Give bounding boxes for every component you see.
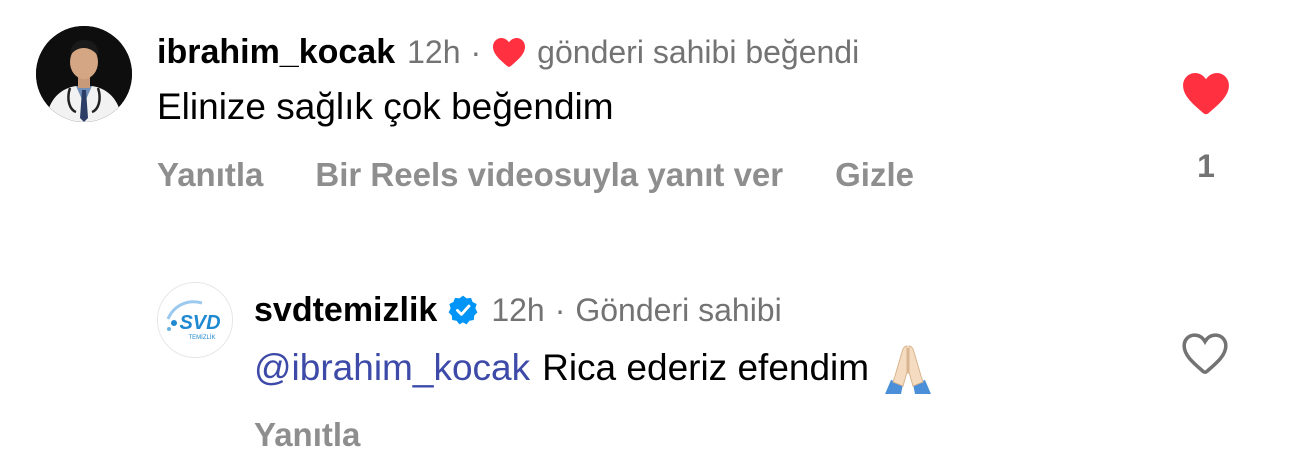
comment-like-column: 1 (1172, 70, 1240, 185)
comment-header: ibrahim_kocak 12h · gönderi sahibi beğen… (157, 30, 859, 74)
meta-separator: · (470, 33, 482, 70)
comment-username[interactable]: ibrahim_kocak (157, 33, 395, 72)
reply-button[interactable]: Yanıtla (254, 416, 360, 453)
liked-by-author-label: gönderi sahibi beğendi (537, 33, 860, 70)
logo-text: SVD (179, 312, 220, 334)
comment-text: Elinize sağlık çok beğendim (157, 86, 614, 127)
verified-badge-icon (447, 294, 479, 326)
avatar[interactable] (36, 26, 132, 122)
reply-header: svdtemizlik 12h · Gönderi sahibi (254, 288, 782, 332)
reply-text: @ibrahim_kocak Rica ederiz efendim (254, 340, 935, 396)
reply-button[interactable]: Yanıtla (157, 156, 263, 194)
reels-reply-button[interactable]: Bir Reels videosuyla yanıt ver (315, 156, 783, 194)
reply-timestamp[interactable]: 12h (491, 292, 544, 329)
folded-hands-emoji-icon (881, 342, 935, 394)
mention-link[interactable]: @ibrahim_kocak (254, 347, 530, 389)
meta-separator: · (554, 291, 566, 328)
comment-timestamp[interactable]: 12h (407, 34, 460, 71)
post-author-label: Gönderi sahibi (575, 291, 782, 328)
heart-outline-icon[interactable] (1180, 330, 1230, 376)
svd-logo: SVD TEMİZLİK (158, 283, 232, 357)
logo-subtext: TEMİZLİK (188, 334, 215, 341)
reply-body: Rica ederiz efendim (542, 347, 870, 388)
hide-button[interactable]: Gizle (835, 156, 914, 194)
doctor-avatar-image (36, 26, 132, 122)
heart-icon (491, 36, 527, 68)
reply-username[interactable]: svdtemizlik (254, 291, 437, 330)
reply-actions: Yanıtla (254, 416, 412, 454)
comment-actions: Yanıtla Bir Reels videosuyla yanıt ver G… (157, 156, 966, 194)
avatar[interactable]: SVD TEMİZLİK (157, 282, 233, 358)
heart-filled-icon[interactable] (1181, 70, 1231, 116)
like-count[interactable]: 1 (1197, 148, 1215, 185)
